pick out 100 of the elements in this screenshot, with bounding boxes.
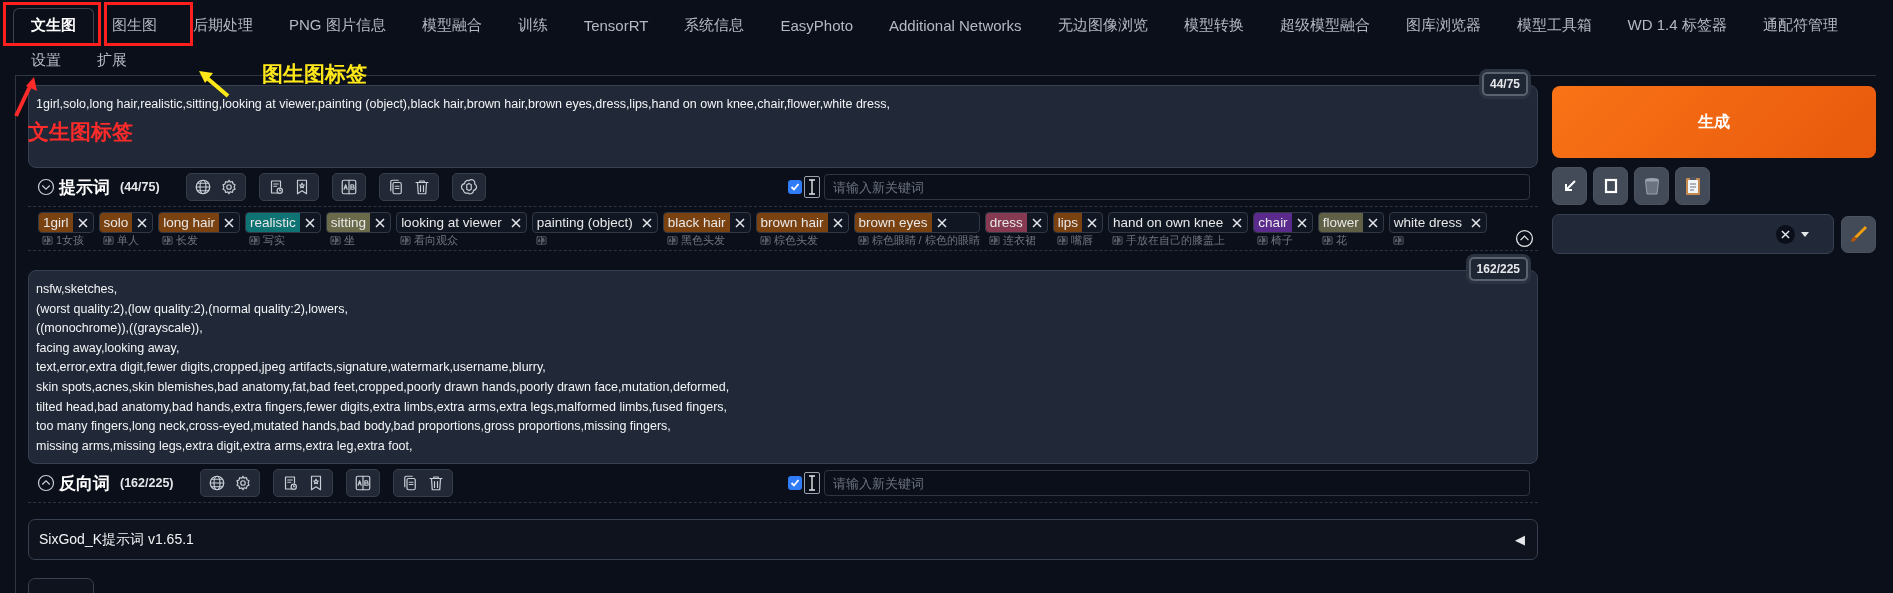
tag-label: realistic [246, 213, 300, 232]
translate-icon [42, 234, 53, 246]
knot-icon[interactable] [458, 177, 479, 197]
annotation-label: 图生图标签 [262, 61, 367, 87]
tag-translation: 手放在自己的膝盖上 [1126, 232, 1225, 248]
keyword-input[interactable]: 请输入新关键词 [824, 470, 1530, 496]
tab[interactable]: 系统信息 [666, 8, 763, 44]
tag-label: looking at viewer [400, 214, 503, 232]
tab[interactable]: 文生图 [13, 8, 94, 44]
tab[interactable]: 扩展 [79, 47, 145, 71]
tag-chip[interactable]: lips [1052, 212, 1103, 233]
tag-translation: 1女孩 [56, 232, 85, 248]
text-cursor-icon[interactable] [804, 472, 820, 494]
pencil-icon[interactable] [1841, 215, 1876, 253]
caret-icon [1801, 231, 1809, 237]
token-count: (162/225) [120, 476, 174, 490]
prompt-label: 提示词 [59, 176, 110, 199]
checkbox[interactable] [788, 476, 802, 490]
tag-label: chair [1254, 213, 1292, 232]
tag-label: sitting [326, 213, 371, 232]
extension-accordion[interactable]: SixGod_K提示词 v1.65.1 ◀ [28, 519, 1538, 560]
tag-chip[interactable]: dress [984, 212, 1048, 233]
tab[interactable]: 图生图 [94, 8, 175, 44]
tab[interactable]: 模型转换 [1165, 8, 1262, 44]
translate-icon [400, 234, 412, 246]
tag-chip[interactable]: chair [1253, 212, 1313, 233]
translate-icon [1321, 234, 1333, 246]
tag-translation: 黑色头发 [680, 232, 725, 248]
tab[interactable]: 超级模型融合 [1261, 8, 1388, 44]
tab[interactable]: EasyPhoto [762, 8, 871, 44]
square-icon[interactable] [1593, 167, 1628, 205]
tag-translation: 花 [1335, 232, 1347, 248]
wastebasket-icon[interactable] [1634, 167, 1669, 205]
tag-label: solo [99, 213, 133, 232]
tab[interactable]: 设置 [13, 47, 79, 71]
translate-icon [1112, 234, 1123, 246]
tag-translation: 长发 [176, 232, 199, 248]
tag-label: flower [1318, 213, 1363, 232]
tag-translation: 椅子 [1271, 232, 1294, 248]
tag-label: 1girl [39, 213, 73, 232]
tag-label: brown hair [756, 213, 828, 232]
tab[interactable]: 无边图像浏览 [1039, 8, 1166, 44]
arrow-icon [12, 76, 38, 118]
tag-label: brown eyes [854, 213, 932, 232]
tab[interactable]: 图库浏览器 [1387, 8, 1499, 44]
chevron-down-icon[interactable] [36, 177, 56, 197]
chevron-up-icon[interactable] [36, 473, 56, 493]
collapse-icon[interactable] [1515, 229, 1534, 248]
tag-label: white dress [1392, 214, 1463, 232]
translate-icon [102, 234, 114, 246]
tag-chip[interactable]: flower [1317, 212, 1384, 233]
prompt-label: 反向词 [59, 472, 110, 495]
tab[interactable]: 模型融合 [403, 8, 500, 44]
tag-translation: 坐 [343, 232, 355, 248]
tag-chip[interactable]: brown eyes [853, 212, 980, 233]
tab[interactable]: TensorRT [565, 8, 667, 44]
translate-icon [988, 234, 1000, 246]
tab[interactable]: PNG 图片信息 [271, 8, 404, 44]
tag-chip[interactable]: solo [98, 212, 154, 233]
tag-label: black hair [663, 213, 730, 232]
tag-chip[interactable]: sitting [325, 212, 392, 233]
tag-chip[interactable]: white dress [1388, 212, 1487, 233]
tag-translation: 看向观众 [414, 232, 459, 248]
tab[interactable]: 后期处理 [175, 8, 271, 44]
tag-chip[interactable]: black hair [662, 212, 751, 233]
tab[interactable]: WD 1.4 标签器 [1609, 8, 1745, 44]
text-cursor-icon[interactable] [804, 176, 820, 198]
translate-icon [1056, 234, 1068, 246]
tab[interactable]: Additional Networks [871, 8, 1040, 44]
tag-chip[interactable]: hand on own knee [1108, 212, 1249, 233]
token-count: (44/75) [120, 180, 160, 194]
tag-chip[interactable]: long hair [158, 212, 241, 233]
tag-chip[interactable]: brown hair [755, 212, 849, 233]
tab[interactable]: 模型工具箱 [1498, 8, 1610, 44]
tag-translation: 棕色头发 [773, 232, 818, 248]
tag-translation: 嘴唇 [1070, 232, 1093, 248]
tag-chip[interactable]: looking at viewer [396, 212, 527, 233]
tab[interactable]: 训练 [499, 8, 566, 44]
tag-label: hand on own knee [1112, 214, 1225, 232]
tag-label: dress [985, 213, 1027, 232]
tag-translation: 写实 [263, 232, 286, 248]
translate-icon [162, 234, 174, 246]
accordion-title: SixGod_K提示词 v1.65.1 [39, 530, 194, 549]
annotation-label: 文生图标签 [28, 119, 133, 145]
tag-chip[interactable]: painting (object) [531, 212, 658, 233]
tag-chip[interactable]: realistic [245, 212, 321, 233]
clipboard-icon[interactable] [1675, 167, 1710, 205]
translate-icon [857, 234, 869, 246]
tab[interactable]: 通配符管理 [1744, 8, 1856, 44]
tag-label: long hair [159, 213, 220, 232]
tag-translation: 连衣裙 [1002, 232, 1036, 248]
token-counter: 44/75 [1481, 72, 1528, 96]
translate-icon [329, 234, 341, 246]
translate-icon [666, 234, 678, 246]
checkbox[interactable] [788, 180, 802, 194]
arrow-icon [198, 70, 230, 98]
token-counter: 162/225 [1468, 257, 1528, 281]
keyword-input[interactable]: 请输入新关键词 [824, 174, 1530, 200]
tag-chip[interactable]: 1girl [38, 212, 94, 233]
close-icon[interactable] [1776, 224, 1795, 244]
